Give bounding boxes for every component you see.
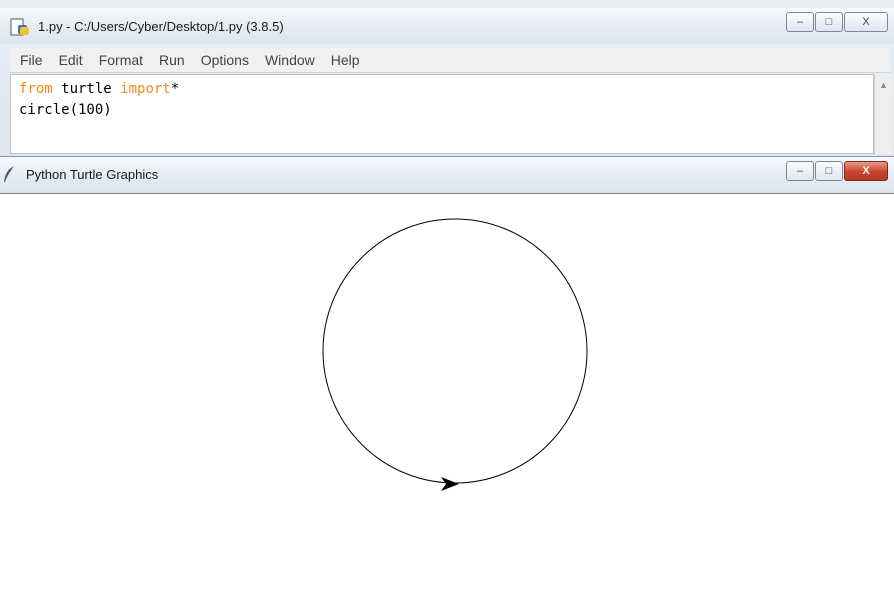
turtle-graphics-window: Python Turtle Graphics – □ X	[0, 156, 894, 598]
scroll-up-arrow-icon[interactable]: ▲	[879, 80, 888, 90]
turtle-titlebar[interactable]: Python Turtle Graphics – □ X	[0, 156, 894, 195]
maximize-button[interactable]: □	[815, 12, 843, 32]
python-file-icon	[10, 18, 29, 36]
turtle-window-controls: – □ X	[785, 161, 888, 181]
turtle-circle	[322, 218, 588, 484]
menu-window[interactable]: Window	[265, 52, 315, 68]
close-button[interactable]: X	[844, 12, 888, 32]
keyword-from: from	[19, 81, 53, 97]
vertical-scrollbar[interactable]: ▲	[874, 74, 893, 154]
editor-title: 1.py - C:/Users/Cyber/Desktop/1.py (3.8.…	[38, 19, 284, 34]
menu-edit[interactable]: Edit	[59, 52, 83, 68]
maximize-icon: □	[825, 165, 833, 177]
feather-icon	[4, 166, 14, 182]
close-button[interactable]: X	[844, 161, 888, 181]
code-line-2: circle(100)	[19, 102, 112, 118]
code-text: *	[170, 81, 180, 97]
maximize-icon: □	[825, 16, 833, 28]
menu-format[interactable]: Format	[99, 52, 143, 68]
minimize-button[interactable]: –	[786, 161, 814, 181]
close-icon: X	[862, 16, 870, 28]
menu-run[interactable]: Run	[159, 52, 185, 68]
code-editor[interactable]: from turtle import* circle(100)	[10, 74, 874, 154]
editor-window-controls: – □ X	[785, 12, 888, 32]
keyword-import: import	[120, 81, 171, 97]
code-line-1: from turtle import*	[19, 81, 179, 97]
close-icon: X	[862, 165, 870, 177]
menu-bar: File Edit Format Run Options Window Help	[10, 48, 890, 73]
turtle-arrow-icon	[441, 477, 459, 491]
maximize-button[interactable]: □	[815, 161, 843, 181]
idle-editor-window: 1.py - C:/Users/Cyber/Desktop/1.py (3.8.…	[0, 0, 894, 159]
menu-help[interactable]: Help	[331, 52, 360, 68]
minimize-button[interactable]: –	[786, 12, 814, 32]
code-text: turtle	[52, 81, 121, 97]
editor-titlebar[interactable]: 1.py - C:/Users/Cyber/Desktop/1.py (3.8.…	[0, 8, 894, 44]
turtle-title: Python Turtle Graphics	[26, 167, 159, 182]
menu-options[interactable]: Options	[201, 52, 249, 68]
minimize-icon: –	[796, 165, 804, 177]
menu-file[interactable]: File	[20, 52, 43, 68]
minimize-icon: –	[796, 16, 804, 28]
turtle-canvas	[0, 194, 894, 598]
